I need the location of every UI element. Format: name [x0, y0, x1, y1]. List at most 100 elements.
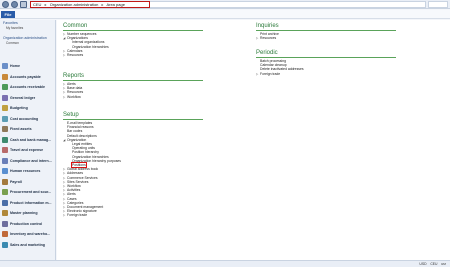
module-label: Procurement and sour...	[10, 190, 52, 194]
breadcrumb-root[interactable]: CEU	[33, 2, 41, 7]
periodic-group: Periodic Batch processing Calendar cleanu…	[256, 50, 396, 76]
favorites-empty: My favorites	[6, 26, 24, 30]
common-list: ▷ Number sequences ◢ Organizations Internal …	[63, 32, 203, 57]
collapsed-arrow-icon[interactable]: ▷	[256, 36, 258, 40]
collapsed-arrow-icon[interactable]: ▷	[63, 53, 65, 57]
module-icon	[2, 136, 8, 143]
module-item[interactable]: Payroll	[0, 178, 55, 186]
module-icon	[2, 73, 8, 80]
back-icon[interactable]	[2, 1, 9, 8]
status-right: USD CEU usr	[419, 261, 446, 267]
module-icon	[2, 241, 8, 248]
inquiries-list: Print archive ▷ Resources	[256, 32, 396, 40]
module-icon	[2, 189, 8, 195]
address-field-empty[interactable]	[150, 1, 426, 8]
module-label: Travel and expense	[10, 148, 44, 152]
module-item[interactable]: Home	[0, 62, 55, 70]
module-item[interactable]: Product information m...	[0, 199, 55, 207]
module-item[interactable]: General ledger	[0, 94, 55, 102]
module-label: Accounts receivable	[10, 85, 45, 89]
module-icon	[2, 199, 8, 206]
forward-icon[interactable]	[11, 1, 18, 8]
status-currency[interactable]: USD	[419, 262, 426, 266]
periodic-link-label: Foreign trade	[260, 71, 281, 76]
app-window: CEU ▸ Organization administration ▸ Area…	[0, 0, 450, 267]
home-icon[interactable]	[20, 1, 27, 8]
module-label: Master planning	[10, 211, 38, 215]
module-label: Compliance and intern...	[10, 158, 52, 163]
module-icon	[2, 168, 8, 174]
module-item[interactable]: Cost accounting	[0, 115, 55, 123]
reports-list: ▷ Alerts ▷ Base data ▷ Resources ▷ Workflow	[63, 82, 203, 99]
status-company[interactable]: CEU	[430, 262, 437, 266]
module-item[interactable]: Master planning	[0, 209, 55, 217]
module-label: Production control	[10, 221, 43, 226]
module-item[interactable]: Travel and expense	[0, 146, 55, 154]
module-icon	[2, 231, 8, 237]
status-user[interactable]: usr	[441, 262, 446, 266]
inquiries-title: Inquiries	[256, 23, 396, 31]
module-label: Home	[10, 64, 20, 68]
common-link-label: Resources	[67, 53, 84, 58]
reports-title: Reports	[63, 73, 203, 81]
breadcrumb-org-admin[interactable]: Organization administration	[50, 2, 99, 7]
inquiries-link[interactable]: ▷ Resources	[256, 36, 396, 40]
module-item[interactable]: Fixed assets	[0, 125, 55, 133]
module-icon	[2, 84, 8, 90]
module-label: Accounts payable	[10, 74, 41, 79]
module-icon	[2, 115, 8, 122]
ribbon: File	[0, 10, 450, 19]
module-label: Fixed assets	[10, 127, 32, 131]
chevron-right-icon: ▸	[44, 2, 47, 7]
reports-link[interactable]: ▷ Workflow	[63, 95, 203, 99]
module-item[interactable]: Sales and marketing	[0, 241, 55, 249]
module-label: Product information m...	[10, 200, 52, 205]
module-icon	[2, 63, 8, 69]
breadcrumb[interactable]: CEU ▸ Organization administration ▸ Area…	[30, 1, 150, 8]
module-item[interactable]: Production control	[0, 220, 55, 228]
module-item[interactable]: Compliance and intern...	[0, 157, 55, 165]
module-icon	[2, 147, 8, 153]
common-link[interactable]: ▷ Resources	[63, 53, 203, 57]
periodic-title: Periodic	[256, 50, 396, 58]
module-icon	[2, 220, 8, 227]
module-item[interactable]: Cash and bank manag...	[0, 136, 55, 144]
reports-group: Reports ▷ Alerts ▷ Base data ▷ Resources ▷ Work…	[63, 73, 203, 99]
inquiries-link-label: Resources	[260, 36, 277, 41]
file-tab[interactable]: File	[1, 11, 15, 18]
org-admin-common[interactable]: Common	[0, 41, 55, 46]
collapsed-arrow-icon[interactable]: ▷	[63, 213, 65, 217]
module-icon	[2, 210, 8, 216]
common-title: Common	[63, 23, 203, 31]
module-item[interactable]: Accounts receivable	[0, 83, 55, 91]
module-icon	[2, 178, 8, 185]
common-group: Common ▷ Number sequences ◢ Organizations In…	[63, 23, 203, 57]
setup-link[interactable]: ▷ Foreign trade	[63, 213, 203, 217]
module-item[interactable]: Procurement and sour...	[0, 188, 55, 196]
navigation-pane: Favorites My favorites Organization admi…	[0, 20, 56, 260]
status-bar: USD CEU usr	[0, 260, 450, 267]
setup-group: Setup E-mail templates Financial reasons B…	[63, 112, 203, 218]
module-item[interactable]: Inventory and wareho...	[0, 230, 55, 238]
address-bar: CEU ▸ Organization administration ▸ Area…	[0, 0, 450, 9]
setup-list: E-mail templates Financial reasons Bar cod…	[63, 121, 203, 218]
collapsed-arrow-icon[interactable]: ▷	[63, 95, 65, 99]
breadcrumb-area-page[interactable]: Area page	[106, 2, 124, 7]
module-item[interactable]: Accounts payable	[0, 73, 55, 81]
module-icon	[2, 157, 8, 164]
module-item[interactable]: Budgeting	[0, 104, 55, 112]
module-label: Payroll	[10, 179, 22, 184]
module-label: General ledger	[10, 95, 36, 100]
module-label: Sales and marketing	[10, 242, 45, 247]
module-icon	[2, 105, 8, 111]
search-input[interactable]	[428, 1, 448, 8]
area-page-content: Common ▷ Number sequences ◢ Organizations In…	[57, 20, 450, 260]
module-label: Inventory and wareho...	[10, 232, 51, 236]
module-item[interactable]: Human resources	[0, 167, 55, 175]
periodic-link[interactable]: ▷ Foreign trade	[256, 72, 396, 76]
module-label: Budgeting	[10, 106, 28, 110]
setup-title: Setup	[63, 112, 203, 120]
periodic-list: Batch processing Calendar cleanup Delete i…	[256, 59, 396, 76]
module-label: Cost accounting	[10, 116, 39, 121]
collapsed-arrow-icon[interactable]: ▷	[256, 72, 258, 76]
